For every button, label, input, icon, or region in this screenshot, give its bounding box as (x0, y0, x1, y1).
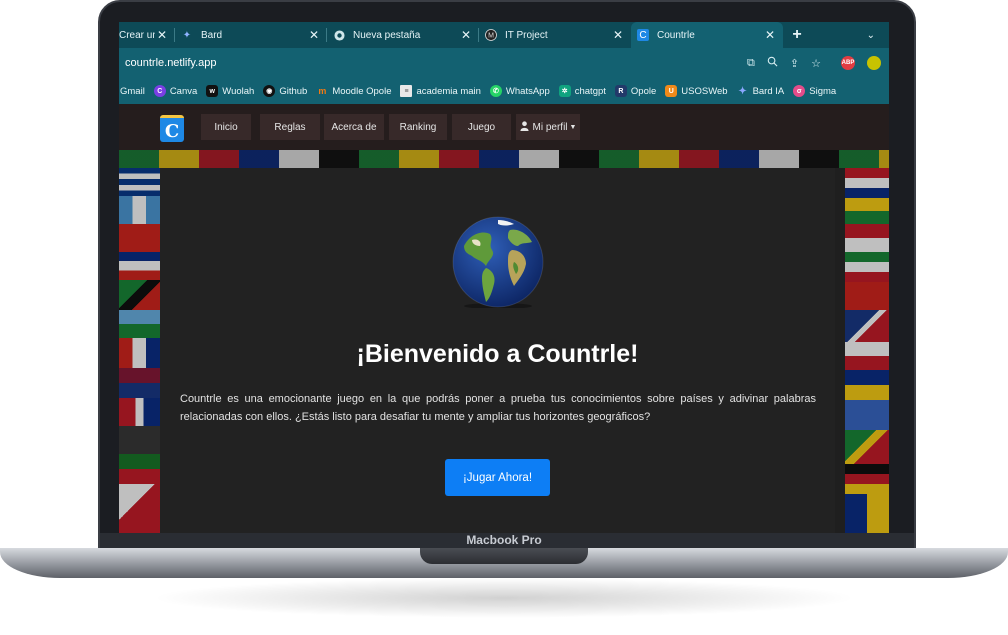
bookmark-academia[interactable]: ≡ academia main (400, 85, 481, 97)
device-label: Macbook Pro (466, 533, 542, 547)
close-icon[interactable]: ✕ (155, 28, 169, 42)
close-icon[interactable]: ✕ (611, 28, 625, 42)
tab-crear[interactable]: Crear un ✕ (119, 22, 175, 48)
canva-icon: C (153, 85, 166, 97)
close-icon[interactable]: ✕ (459, 28, 473, 42)
tab-label: Nueva pestaña (353, 29, 421, 41)
bookmark-moodle[interactable]: m Moodle Opole (316, 85, 391, 97)
bookmark-label: Canva (169, 85, 198, 97)
close-icon[interactable]: ✕ (763, 28, 777, 42)
play-now-button[interactable]: ¡Jugar Ahora! (445, 459, 550, 496)
m-circle-icon: M (485, 29, 497, 41)
laptop-notch (420, 548, 588, 564)
screen: Crear un ✕ ✦ Bard ✕ Nueva pestaña ✕ M IT… (119, 22, 889, 533)
tab-label: Bard (201, 29, 223, 41)
bookmark-label: Opole (630, 85, 657, 97)
site-navbar: C Inicio Reglas Acerca de Ranking Juego … (119, 104, 889, 150)
chevron-down-icon[interactable]: ⌄ (867, 30, 875, 41)
user-icon (519, 120, 529, 134)
bard-sparkle-icon: ✦ (182, 29, 192, 41)
open-external-icon[interactable]: ⧉ (747, 57, 755, 70)
search-icon[interactable] (767, 56, 778, 70)
bookmark-label: Gmail (120, 85, 145, 97)
tab-bard[interactable]: ✦ Bard ✕ (175, 22, 327, 48)
tab-label: Countrle (657, 29, 695, 41)
adblock-extension-icon[interactable]: ABP (841, 56, 855, 70)
bookmark-label: WhatsApp (505, 85, 550, 97)
tab-bar: Crear un ✕ ✦ Bard ✕ Nueva pestaña ✕ M IT… (119, 22, 889, 48)
star-icon[interactable]: ☆ (811, 57, 821, 70)
bookmark-gmail[interactable]: Gmail (120, 86, 145, 97)
welcome-description: Countrle es una emocionante juego en la … (180, 393, 816, 423)
svg-text:M: M (488, 33, 494, 40)
url-input[interactable]: countrle.netlify.app (125, 57, 747, 69)
welcome-card: ¡Bienvenido a Countrle! Countrle es una … (160, 168, 835, 533)
r-icon: R (614, 85, 627, 97)
bookmark-label: Moodle Opole (332, 85, 392, 97)
github-icon: ◉ (263, 85, 276, 97)
bookmark-label: Github (279, 85, 308, 97)
chrome-icon (333, 29, 345, 41)
bard-sparkle-icon: ✦ (738, 85, 747, 97)
countrle-logo[interactable]: C (160, 115, 184, 142)
globe-icon (452, 216, 544, 309)
bookmark-whatsapp[interactable]: ✆ WhatsApp (489, 85, 550, 97)
tab-countrle[interactable]: C Countrle ✕ (631, 22, 783, 48)
bookmark-label: Sigma (809, 85, 837, 97)
bookmark-github[interactable]: ◉ Github (263, 85, 307, 97)
wuolah-icon: w (206, 85, 219, 97)
profile-label: Mi perfil (532, 121, 568, 133)
chatgpt-icon: ✲ (558, 85, 571, 97)
bookmark-label: academia main (416, 85, 481, 97)
bookmark-label: chatgpt (574, 85, 606, 97)
bookmark-wuolah[interactable]: w Wuolah (206, 85, 254, 97)
bookmark-usosweb[interactable]: U USOSWeb (665, 85, 728, 97)
tab-nueva-pestana[interactable]: Nueva pestaña ✕ (327, 22, 479, 48)
bookmarks-bar: Gmail C Canva w Wuolah ◉ Github m Moodle… (119, 78, 889, 104)
laptop-shadow (150, 578, 858, 618)
nav-juego[interactable]: Juego (452, 114, 511, 140)
new-tab-button[interactable]: + (787, 26, 807, 44)
tab-it-project[interactable]: M IT Project ✕ (479, 22, 631, 48)
bookmark-chatgpt[interactable]: ✲ chatgpt (558, 85, 606, 97)
moodle-icon: m (318, 86, 327, 96)
address-actions: ⧉ ⇪ ☆ ABP (747, 56, 883, 70)
nav-acerca-de[interactable]: Acerca de (324, 114, 384, 140)
address-bar: countrle.netlify.app ⧉ ⇪ ☆ ABP (119, 48, 889, 78)
countrle-page: C Inicio Reglas Acerca de Ranking Juego … (119, 104, 889, 533)
bookmark-label: USOSWeb (681, 85, 728, 97)
bookmark-opole[interactable]: R Opole (614, 85, 657, 97)
nav-mi-perfil[interactable]: Mi perfil ▼ (516, 114, 580, 140)
bookmark-sigma[interactable]: σ Sigma (793, 85, 836, 97)
bookmark-bard-ia[interactable]: ✦ Bard IA (737, 85, 785, 97)
usos-icon: U (665, 85, 678, 97)
bookmark-label: Bard IA (752, 85, 785, 97)
caret-down-icon: ▼ (569, 123, 577, 131)
nav-inicio[interactable]: Inicio (201, 114, 251, 140)
nav-ranking[interactable]: Ranking (389, 114, 447, 140)
bookmark-label: Wuolah (222, 85, 255, 97)
extension-icon[interactable] (867, 56, 881, 70)
whatsapp-icon: ✆ (489, 85, 502, 97)
bookmark-canva[interactable]: C Canva (153, 85, 198, 97)
sigma-icon: σ (793, 85, 806, 97)
share-icon[interactable]: ⇪ (790, 57, 799, 70)
nav-reglas[interactable]: Reglas (260, 114, 320, 140)
tab-label: Crear un (119, 29, 155, 41)
tab-label: IT Project (505, 29, 548, 41)
document-icon: ≡ (400, 85, 413, 97)
close-icon[interactable]: ✕ (307, 28, 321, 42)
countrle-icon: C (637, 29, 649, 41)
page-title: ¡Bienvenido a Countrle! (356, 340, 639, 368)
